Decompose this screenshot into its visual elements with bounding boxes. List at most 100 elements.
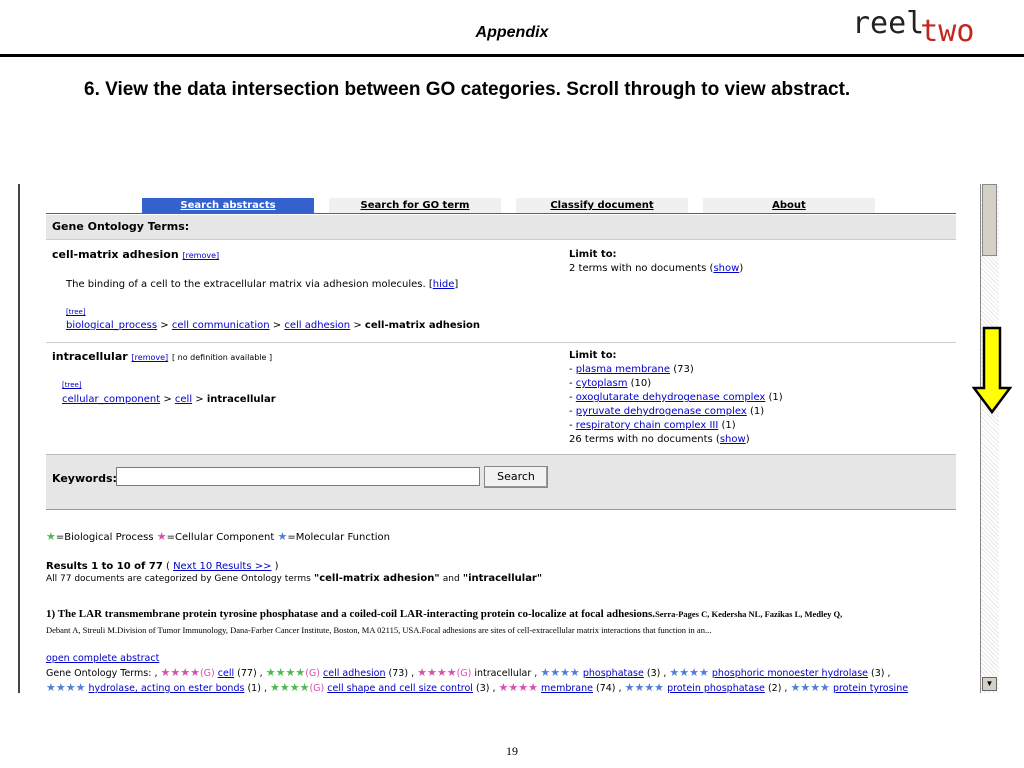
results-summary: Results 1 to 10 of 77 ( Next 10 Results …: [46, 561, 543, 584]
tree-link[interactable]: [tree]: [66, 308, 86, 316]
vertical-scrollbar[interactable]: ▼: [980, 184, 999, 693]
window-edge: [18, 184, 20, 693]
term-name-text: cell-matrix adhesion: [52, 248, 179, 261]
definition-text: The binding of a cell to the extracellul…: [66, 279, 433, 290]
limit-count: (1): [768, 392, 783, 403]
go-count: (3) ,: [871, 668, 891, 679]
limit-cytoplasm[interactable]: cytoplasm: [576, 378, 628, 389]
blue-stars-icon: ★★★★: [669, 666, 709, 679]
article-title-text: 1) The LAR transmembrane protein tyrosin…: [46, 608, 656, 620]
blue-star-icon: ★: [277, 530, 288, 543]
go-prefix: Gene Ontology Terms: ,: [46, 668, 158, 679]
no-definition-note: [ no definition available ]: [172, 353, 273, 362]
path-biological-process[interactable]: biological_process: [66, 320, 157, 331]
hide-link[interactable]: hide: [433, 279, 455, 290]
article-meta: Debant A, Streuli M.Division of Tumor Im…: [46, 625, 712, 635]
go-terms-line: Gene Ontology Terms: , ★★★★(G) cell (77)…: [46, 666, 891, 679]
keywords-bar: Keywords: Search: [46, 454, 956, 510]
show-link[interactable]: show: [720, 434, 746, 445]
tree-link[interactable]: [tree]: [62, 381, 82, 389]
go-term-intracellular: intracellular: [474, 668, 532, 679]
header-rule: [0, 54, 1024, 57]
reeltwo-logo: reeltwo: [852, 6, 974, 49]
go-count: (77) ,: [237, 668, 263, 679]
legend: ★=Biological Process ★=Cellular Componen…: [46, 530, 390, 543]
scroll-down-button[interactable]: ▼: [982, 677, 997, 691]
path-cell[interactable]: cell: [175, 394, 192, 405]
go-term-protein-tyrosine[interactable]: protein tyrosine: [833, 683, 908, 693]
tab-about[interactable]: About: [703, 198, 875, 213]
limit-label: Limit to:: [569, 249, 617, 260]
and-text: and: [442, 574, 460, 584]
divider: [46, 509, 956, 510]
limit-oxoglutarate[interactable]: oxoglutarate dehydrogenase complex: [576, 392, 766, 403]
go-count: (2) ,: [767, 683, 788, 693]
instruction-text: 6. View the data intersection between GO…: [84, 79, 851, 100]
show-link[interactable]: show: [713, 263, 739, 274]
tab-search-go-term[interactable]: Search for GO term: [329, 198, 501, 213]
tab-classify-document[interactable]: Classify document: [516, 198, 688, 213]
pink-stars-icon: ★★★★: [498, 681, 538, 693]
term-a: "cell-matrix adhesion": [313, 573, 440, 584]
legend-bio: =Biological Process: [55, 532, 154, 543]
go-term-phosphatase[interactable]: phosphatase: [583, 668, 644, 679]
remove-link[interactable]: [remove]: [132, 353, 169, 362]
limit-count: (1): [750, 406, 765, 417]
term-cell-matrix-adhesion: cell-matrix adhesion [remove] The bindin…: [46, 239, 956, 342]
go-term-cell-adhesion[interactable]: cell adhesion: [323, 668, 386, 679]
keywords-input[interactable]: [116, 467, 480, 486]
limit-box: Limit to: - plasma membrane (73) - cytop…: [569, 350, 783, 445]
term-path: cellular_component > cell > intracellula…: [62, 394, 276, 405]
g-marker: (G): [456, 668, 472, 679]
path-cell-communication[interactable]: cell communication: [172, 320, 270, 331]
go-term-protein-phosphatase[interactable]: protein phosphatase: [667, 683, 765, 693]
tab-search-abstracts[interactable]: Search abstracts: [142, 198, 314, 213]
categorized-text: All 77 documents are categorized by Gene…: [46, 574, 311, 584]
limit-label: Limit to:: [569, 350, 617, 361]
go-term-phosphoric-monoester[interactable]: phosphoric monoester hydrolase: [712, 668, 868, 679]
go-count: ,: [534, 668, 538, 679]
legend-mol: =Molecular Function: [287, 532, 390, 543]
g-marker: (G): [199, 668, 215, 679]
limit-pyruvate[interactable]: pyruvate dehydrogenase complex: [576, 406, 747, 417]
go-count: (1) ,: [247, 683, 267, 693]
browser-screenshot: Search abstracts Search for GO term Clas…: [18, 184, 1002, 693]
green-star-icon: ★: [46, 530, 56, 543]
path-current: cell-matrix adhesion: [364, 320, 481, 331]
remove-link[interactable]: [remove]: [183, 251, 220, 260]
results-count: Results 1 to 10 of 77: [46, 561, 163, 572]
logo-reel: reel: [852, 6, 925, 41]
term-definition: The binding of a cell to the extracellul…: [66, 279, 458, 290]
go-term-cell[interactable]: cell: [218, 668, 234, 679]
limit-count: (73): [673, 364, 694, 375]
go-terms-line: ★★★★ hydrolase, acting on ester bonds (1…: [46, 681, 908, 693]
pink-stars-icon: ★★★★: [160, 666, 200, 679]
limit-respiratory[interactable]: respiratory chain complex III: [576, 420, 719, 431]
blue-stars-icon: ★★★★: [540, 666, 580, 679]
term-name-text: intracellular: [52, 350, 128, 363]
pink-star-icon: ★: [156, 530, 167, 543]
term-name: intracellular [remove] [ no definition a…: [52, 350, 272, 363]
pink-stars-icon: ★★★★: [417, 666, 457, 679]
go-count: (3) ,: [646, 668, 667, 679]
green-stars-icon: ★★★★: [270, 681, 310, 693]
legend-cell: =Cellular Component: [166, 532, 275, 543]
limit-count: (10): [630, 378, 652, 389]
path-cell-adhesion[interactable]: cell adhesion: [284, 320, 350, 331]
page-number: 19: [506, 744, 518, 758]
blue-stars-icon: ★★★★: [790, 681, 830, 693]
term-b: "intracellular": [462, 573, 543, 584]
open-abstract-link[interactable]: open complete abstract: [46, 653, 159, 664]
term-intracellular: intracellular [remove] [ no definition a…: [46, 342, 956, 455]
go-term-cell-shape[interactable]: cell shape and cell size control: [327, 683, 473, 693]
scrollbar-thumb[interactable]: [982, 184, 997, 256]
path-cellular-component[interactable]: cellular_component: [62, 394, 160, 405]
search-button[interactable]: Search: [484, 466, 548, 488]
no-docs-text: 26 terms with no documents (: [569, 434, 720, 445]
article-title: 1) The LAR transmembrane protein tyrosin…: [46, 608, 971, 620]
next-results-link[interactable]: Next 10 Results >>: [173, 561, 271, 572]
go-term-membrane[interactable]: membrane: [541, 683, 593, 693]
limit-plasma-membrane[interactable]: plasma membrane: [576, 364, 670, 375]
go-term-hydrolase[interactable]: hydrolase, acting on ester bonds: [88, 683, 244, 693]
tab-underline: [46, 213, 956, 214]
